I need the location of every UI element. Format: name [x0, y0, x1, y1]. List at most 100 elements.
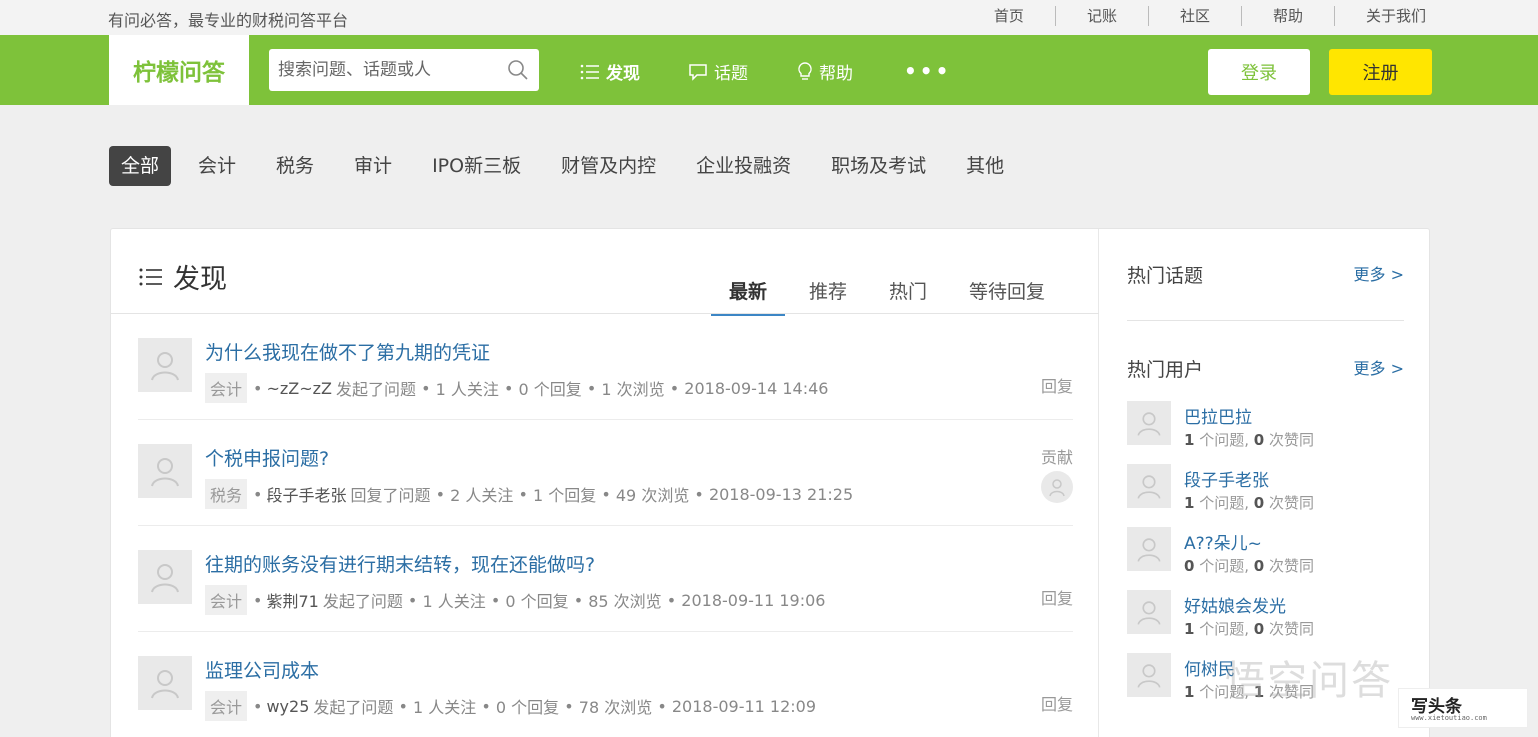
user-name[interactable]: 巴拉巴拉	[1184, 403, 1252, 428]
tab-hot[interactable]: 热门	[871, 277, 945, 316]
user-icon	[151, 564, 179, 593]
top-link-bookkeeping[interactable]: 记账	[1054, 6, 1148, 26]
user-icon	[1137, 601, 1161, 625]
hot-user-item: A??朵儿~ 0 个问题, 0 次赞同	[1127, 527, 1404, 577]
hot-user-item: 巴拉巴拉 1 个问题, 0 次赞同	[1127, 401, 1404, 451]
question-title[interactable]: 为什么我现在做不了第九期的凭证	[205, 338, 490, 365]
question-time: 2018-09-11 12:09	[671, 696, 817, 716]
top-link-help[interactable]: 帮助	[1240, 6, 1334, 26]
category-ipo[interactable]: IPO新三板	[432, 146, 521, 186]
search-icon[interactable]	[507, 59, 529, 81]
register-button[interactable]: 注册	[1329, 49, 1432, 95]
tab-recommended[interactable]: 推荐	[791, 277, 865, 316]
category-career[interactable]: 职场及考试	[831, 146, 926, 186]
top-link-home[interactable]: 首页	[963, 6, 1055, 26]
question-title[interactable]: 往期的账务没有进行期末结转，现在还能做吗?	[205, 550, 595, 577]
question-author[interactable]: ~zZ~zZ	[266, 379, 332, 398]
category-other[interactable]: 其他	[966, 146, 1004, 186]
contributor-avatar[interactable]	[1041, 471, 1073, 503]
question-tag[interactable]: 会计	[205, 373, 248, 403]
nav-help-label: 帮助	[819, 64, 853, 84]
question-item: 为什么我现在做不了第九期的凭证 会计 • ~zZ~zZ 发起了问题 • 1 人关…	[138, 314, 1073, 420]
page-title-label: 发现	[173, 264, 227, 295]
avatar[interactable]	[1127, 401, 1171, 445]
top-links: 首页 记账 社区 帮助 关于我们	[963, 6, 1426, 26]
question-tag[interactable]: 会计	[205, 691, 248, 721]
question-action: 发起了问题	[313, 698, 394, 717]
avatar[interactable]	[138, 656, 192, 710]
nav-discover-label: 发现	[606, 64, 640, 84]
category-all[interactable]: 全部	[109, 146, 172, 186]
question-meta: 会计 • 紫荆71 发起了问题 • 1 人关注 • 0 个回复 • 85 次浏览…	[205, 585, 825, 615]
question-time: 2018-09-13 21:25	[708, 484, 854, 504]
reply-link[interactable]: 回复	[1041, 585, 1073, 609]
user-stats: 1 个问题, 0 次赞同	[1184, 431, 1314, 449]
avatar[interactable]	[1127, 464, 1171, 508]
question-meta: 税务 • 段子手老张 回复了问题 • 2 人关注 • 1 个回复 • 49 次浏…	[205, 479, 853, 509]
question-tag[interactable]: 税务	[205, 479, 248, 509]
list-icon	[139, 268, 162, 285]
question-replies: 0 个回复	[495, 698, 560, 717]
category-investment[interactable]: 企业投融资	[696, 146, 791, 186]
question-views: 1 次浏览	[601, 380, 665, 399]
avatar[interactable]	[138, 338, 192, 392]
question-title[interactable]: 个税申报问题?	[205, 444, 329, 471]
hot-users-more-link[interactable]: 更多 >	[1354, 355, 1405, 379]
question-author[interactable]: 紫荆71	[266, 588, 318, 612]
nav-topics-label: 话题	[714, 64, 748, 84]
category-accounting[interactable]: 会计	[198, 146, 236, 186]
nav-topics[interactable]: 话题	[688, 59, 748, 84]
user-icon	[1137, 412, 1161, 436]
avatar[interactable]	[138, 444, 192, 498]
reply-link[interactable]: 回复	[1041, 691, 1073, 715]
user-icon	[1137, 538, 1161, 562]
question-meta: 会计 • ~zZ~zZ 发起了问题 • 1 人关注 • 0 个回复 • 1 次浏…	[205, 373, 828, 403]
user-icon	[151, 670, 179, 699]
user-name[interactable]: 好姑娘会发光	[1184, 592, 1286, 617]
user-stats: 0 个问题, 0 次赞同	[1184, 557, 1314, 575]
question-replies: 0 个回复	[505, 592, 569, 611]
avatar[interactable]	[1127, 653, 1171, 697]
contributor-label: 贡献	[1040, 448, 1073, 467]
reply-link[interactable]: 回复	[1041, 373, 1073, 397]
search-input[interactable]	[269, 49, 489, 91]
question-item: 往期的账务没有进行期末结转，现在还能做吗? 会计 • 紫荆71 发起了问题 • …	[138, 526, 1073, 632]
user-icon	[151, 458, 179, 487]
category-tax[interactable]: 税务	[276, 146, 314, 186]
question-title[interactable]: 监理公司成本	[205, 656, 319, 683]
category-finance-control[interactable]: 财管及内控	[561, 146, 656, 186]
question-action: 发起了问题	[322, 592, 403, 611]
question-time: 2018-09-11 19:06	[681, 590, 826, 610]
user-icon	[1049, 479, 1065, 497]
tab-latest[interactable]: 最新	[711, 277, 786, 316]
question-follows: 2 人关注	[450, 486, 514, 505]
question-item: 个税申报问题? 税务 • 段子手老张 回复了问题 • 2 人关注 • 1 个回复…	[138, 420, 1073, 526]
tab-unanswered[interactable]: 等待回复	[951, 277, 1063, 316]
list-icon	[580, 64, 599, 79]
question-replies: 1 个回复	[532, 486, 597, 505]
avatar[interactable]	[138, 550, 192, 604]
login-button[interactable]: 登录	[1208, 49, 1310, 95]
question-views: 85 次浏览	[588, 592, 662, 611]
top-link-about[interactable]: 关于我们	[1333, 6, 1426, 26]
question-author[interactable]: 段子手老张	[266, 482, 346, 506]
question-views: 49 次浏览	[615, 486, 690, 505]
hot-topics-more-link[interactable]: 更多 >	[1354, 261, 1405, 285]
top-link-community[interactable]: 社区	[1147, 6, 1241, 26]
question-tag[interactable]: 会计	[205, 585, 248, 615]
nav-help[interactable]: 帮助	[797, 59, 853, 84]
question-author[interactable]: wy25	[266, 697, 309, 716]
avatar[interactable]	[1127, 527, 1171, 571]
avatar[interactable]	[1127, 590, 1171, 634]
user-name[interactable]: A??朵儿~	[1184, 529, 1262, 554]
user-name[interactable]: 段子手老张	[1184, 466, 1269, 491]
question-replies: 0 个回复	[518, 380, 582, 399]
category-audit[interactable]: 审计	[354, 146, 392, 186]
feed-tabs: 最新 推荐 热门 等待回复	[711, 277, 1069, 316]
nav-discover[interactable]: 发现	[580, 59, 640, 84]
question-follows: 1 人关注	[422, 592, 486, 611]
more-menu-icon[interactable]: •••	[904, 59, 951, 83]
site-logo[interactable]: 柠檬问答	[109, 35, 249, 105]
question-item: 监理公司成本 会计 • wy25 发起了问题 • 1 人关注 • 0 个回复 •…	[138, 632, 1073, 737]
badge-url: www.xietoutiao.com	[1411, 714, 1487, 722]
